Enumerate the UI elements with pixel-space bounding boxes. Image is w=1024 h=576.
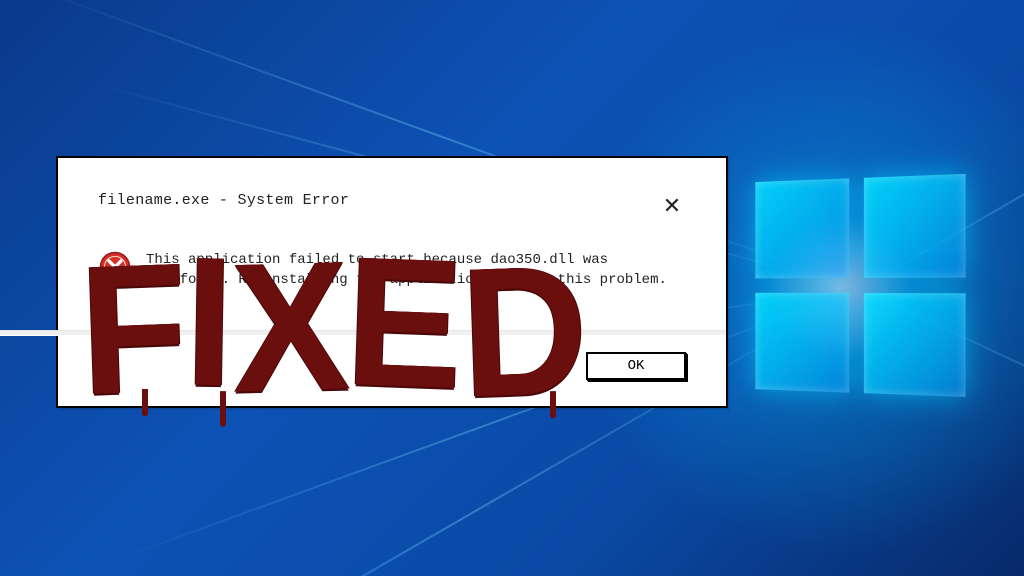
windows-logo-pane — [755, 178, 849, 278]
error-dialog: filename.exe - System Error ✕ This appli… — [56, 156, 728, 408]
dialog-title: filename.exe - System Error — [98, 192, 349, 209]
windows-logo — [755, 174, 971, 403]
close-icon: ✕ — [663, 195, 681, 217]
dialog-separator — [0, 330, 726, 336]
dialog-buttons: OK — [586, 352, 686, 380]
ok-button[interactable]: OK — [586, 352, 686, 380]
error-icon — [98, 250, 132, 291]
dialog-body: This application failed to start because… — [98, 250, 686, 291]
dialog-titlebar: filename.exe - System Error ✕ — [98, 192, 686, 220]
windows-logo-pane — [755, 293, 849, 393]
windows-logo-pane — [864, 174, 966, 278]
error-message: This application failed to start because… — [146, 250, 667, 291]
close-button[interactable]: ✕ — [658, 192, 686, 220]
windows-logo-pane — [864, 293, 966, 397]
